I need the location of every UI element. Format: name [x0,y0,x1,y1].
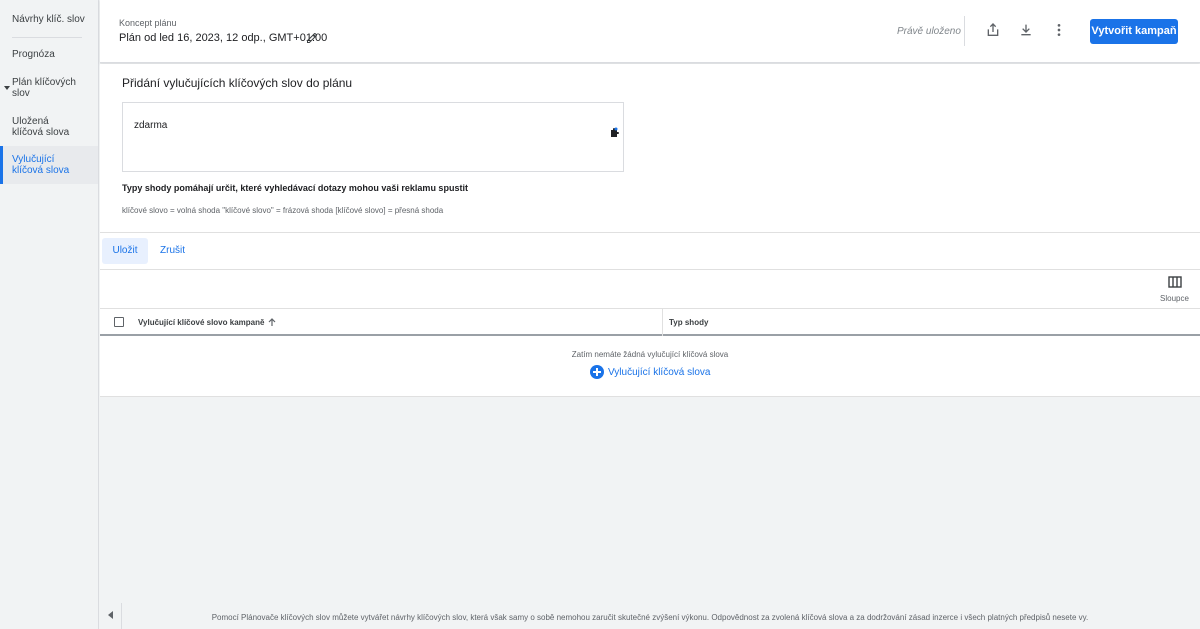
more-vert-icon[interactable] [1051,22,1067,38]
cancel-button[interactable]: Zrušit [160,238,185,264]
sort-ascending-icon[interactable] [267,317,277,327]
divider [100,396,1200,397]
column-header-keyword[interactable]: Vylučující klíčové slovo kampaně [138,318,264,327]
sidebar-item-keyword-ideas[interactable]: Návrhy klíč. slov [0,14,98,25]
column-header-match-type[interactable]: Typ shody [669,318,708,327]
header: Koncept plánu Plán od led 16, 2023, 12 o… [100,0,1200,63]
match-types-legend: klíčové slovo = volná shoda "klíčové slo… [122,206,444,215]
plan-subtitle: Koncept plánu [119,18,177,28]
saved-status: Právě uloženo [897,26,961,37]
sidebar-divider [12,37,82,38]
footer-disclaimer: Pomocí Plánovače klíčových slov můžete v… [211,613,1089,622]
select-all-checkbox[interactable] [114,317,124,327]
column-divider [662,309,663,336]
extension-icon [611,127,619,137]
add-circle-icon [590,365,604,379]
columns-button-label[interactable]: Sloupce [1160,294,1189,303]
sidebar-item-saved-keywords[interactable]: Uložená klíčová slova [0,116,82,138]
sidebar-item-label: Návrhy klíč. slov [12,14,85,25]
sidebar-item-label: Prognóza [12,49,55,60]
share-icon[interactable] [985,22,1001,38]
divider [100,232,1200,233]
sidebar-item-label: Uložená klíčová slova [12,116,70,138]
columns-icon[interactable] [1168,276,1182,288]
keyword-input-value: zdarma [134,120,168,131]
divider [100,269,1200,270]
pencil-icon[interactable] [306,32,318,44]
keyword-input[interactable]: zdarma [122,102,624,172]
match-types-help: Typy shody pomáhají určit, které vyhledá… [122,183,468,193]
create-campaign-button[interactable]: Vytvořit kampaň [1090,19,1178,44]
main-card: Přidání vylučujících klíčových slov do p… [100,64,1200,397]
table-header: Vylučující klíčové slovo kampaně Typ sho… [100,309,1200,336]
empty-state-message: Zatím nemáte žádná vylučující klíčová sl… [571,350,729,359]
page-title: Přidání vylučujících klíčových slov do p… [122,76,353,90]
sidebar-item-negative-keywords[interactable]: Vylučující klíčová slova [0,146,98,184]
add-negative-keywords-label: Vylučující klíčová slova [608,366,711,378]
sidebar-item-label: Plán klíčových slov [12,77,76,99]
sidebar-item-label: Vylučující klíčová slova [12,154,70,176]
sidebar-item-forecast[interactable]: Prognóza [0,49,98,60]
add-negative-keywords-button[interactable]: Vylučující klíčová slova [590,365,710,379]
save-button[interactable]: Uložit [102,238,148,264]
plan-title: Plán od led 16, 2023, 12 odp., GMT+01:00 [119,32,328,44]
sidebar: Návrhy klíč. slov Prognóza Plán klíčovýc… [0,0,99,629]
sidebar-item-keyword-plan[interactable]: Plán klíčových slov [0,77,82,99]
header-divider [964,16,965,46]
download-icon[interactable] [1018,22,1034,38]
